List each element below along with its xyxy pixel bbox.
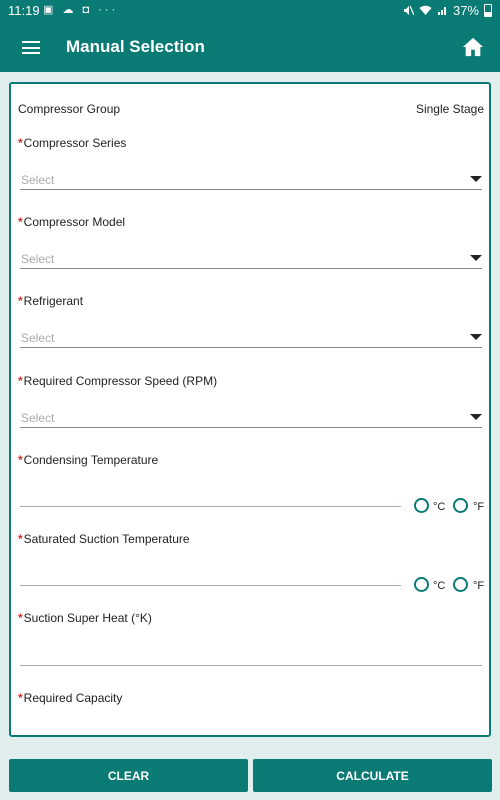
suction-temperature-input[interactable]	[20, 585, 401, 586]
refrigerant-placeholder: Select	[21, 331, 55, 345]
compressor-speed-placeholder: Select	[21, 411, 55, 425]
required-marker: *	[18, 611, 23, 625]
required-capacity-label: *Required Capacity	[18, 691, 123, 705]
signal-icon	[437, 7, 446, 15]
required-marker: *	[18, 215, 23, 229]
compressor-series-label: *Compressor Series	[18, 136, 127, 150]
required-marker: *	[18, 294, 23, 308]
calculate-button[interactable]: CALCULATE	[253, 759, 492, 792]
status-time: 11:19	[8, 3, 40, 18]
suction-super-heat-input[interactable]	[20, 665, 482, 666]
dropdown-arrow-icon	[470, 255, 482, 261]
refrigerant-select[interactable]: Select	[20, 326, 482, 348]
condensing-celsius-radio[interactable]	[414, 498, 429, 513]
status-right: 37%	[403, 3, 492, 18]
home-icon[interactable]	[462, 36, 484, 58]
compressor-group-value: Single Stage	[415, 102, 484, 116]
hamburger-menu-icon[interactable]	[22, 41, 40, 54]
suction-fahrenheit-radio[interactable]	[453, 577, 468, 592]
condensing-temperature-label: *Condensing Temperature	[18, 453, 159, 467]
condensing-fahrenheit-label: °F	[473, 501, 485, 513]
form-card: Compressor Group Single Stage *Compresso…	[9, 82, 491, 737]
dropdown-arrow-icon	[470, 176, 482, 182]
suction-celsius-label: °C	[433, 580, 446, 592]
compressor-speed-select[interactable]: Select	[20, 406, 482, 428]
dropdown-arrow-icon	[470, 414, 482, 420]
required-marker: *	[18, 374, 23, 388]
suction-fahrenheit-label: °F	[473, 580, 485, 592]
suction-super-heat-label: *Suction Super Heat (°K)	[18, 611, 152, 625]
suction-celsius-radio[interactable]	[414, 577, 429, 592]
condensing-celsius-label: °C	[433, 501, 446, 513]
compressor-model-placeholder: Select	[21, 252, 55, 266]
clear-button[interactable]: CLEAR	[9, 759, 248, 792]
battery-percent: 37%	[452, 3, 479, 18]
notification-icons: ▣ ☁ ◘ ···	[43, 4, 119, 16]
page-title: Manual Selection	[66, 37, 205, 56]
app-bar: Manual Selection	[0, 22, 500, 72]
suction-temperature-label: *Saturated Suction Temperature	[18, 532, 190, 546]
condensing-fahrenheit-radio[interactable]	[453, 498, 468, 513]
refrigerant-label: *Refrigerant	[18, 294, 84, 308]
status-bar: 11:19 ▣ ☁ ◘ ··· 37%	[0, 0, 500, 22]
required-marker: *	[18, 453, 23, 467]
compressor-group-label: Compressor Group	[18, 102, 121, 116]
compressor-group-row: Compressor Group Single Stage	[18, 102, 484, 116]
battery-icon	[484, 4, 492, 17]
compressor-series-placeholder: Select	[21, 173, 55, 187]
required-marker: *	[18, 136, 23, 150]
dropdown-arrow-icon	[470, 334, 482, 340]
compressor-series-select[interactable]: Select	[20, 168, 482, 190]
required-marker: *	[18, 691, 23, 705]
required-marker: *	[18, 532, 23, 546]
compressor-model-label: *Compressor Model	[18, 215, 126, 229]
mute-icon	[403, 5, 414, 16]
condensing-temperature-input[interactable]	[20, 506, 401, 507]
wifi-icon	[419, 5, 432, 15]
compressor-model-select[interactable]: Select	[20, 247, 482, 269]
compressor-speed-label: *Required Compressor Speed (RPM)	[18, 374, 218, 388]
